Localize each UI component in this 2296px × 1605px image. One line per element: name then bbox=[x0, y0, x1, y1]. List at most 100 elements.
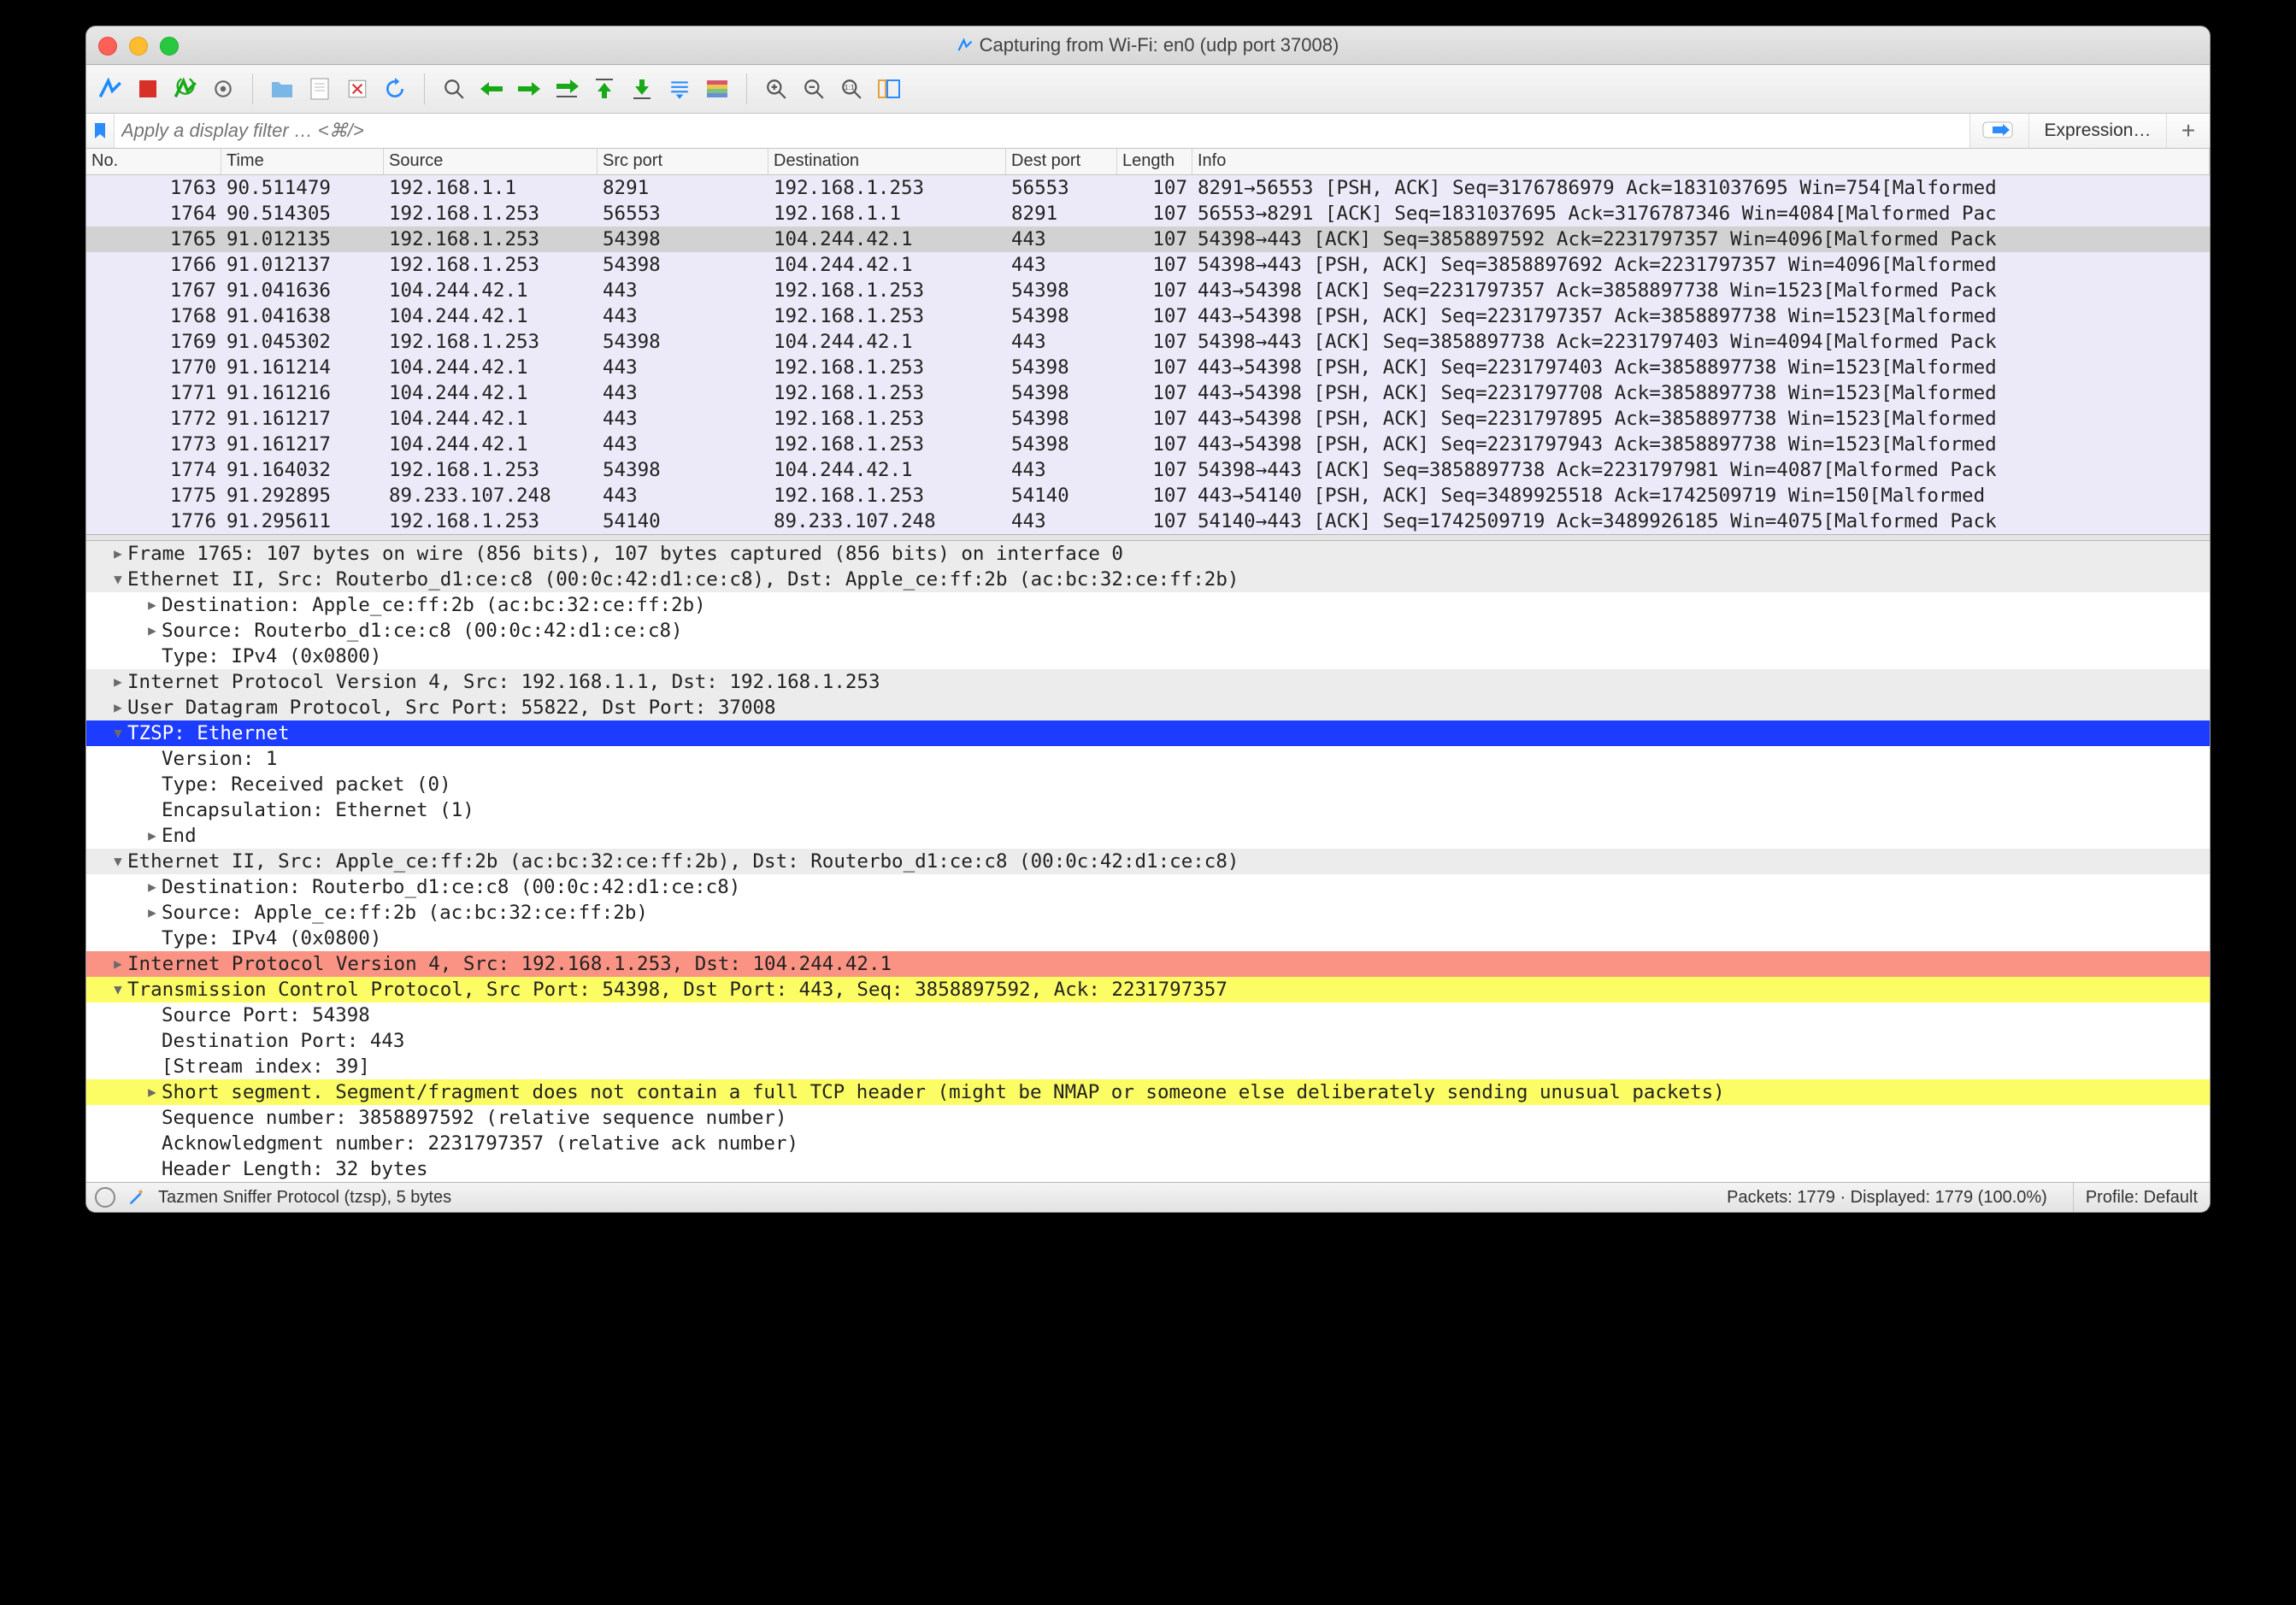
tree-row[interactable]: Destination Port: 443 bbox=[86, 1028, 2210, 1054]
tree-row[interactable]: Source: Apple_ce:ff:2b (ac:bc:32:ce:ff:2… bbox=[86, 900, 2210, 926]
tree-row[interactable]: User Datagram Protocol, Src Port: 55822,… bbox=[86, 695, 2210, 720]
goto-last-button[interactable] bbox=[625, 72, 659, 106]
tree-row[interactable]: Internet Protocol Version 4, Src: 192.16… bbox=[86, 669, 2210, 695]
tree-row[interactable]: Ethernet II, Src: Apple_ce:ff:2b (ac:bc:… bbox=[86, 849, 2210, 874]
go-forward-button[interactable] bbox=[512, 72, 546, 106]
tree-row[interactable]: Type: IPv4 (0x0800) bbox=[86, 926, 2210, 951]
packet-row[interactable]: 177391.161217104.244.42.1443192.168.1.25… bbox=[86, 432, 2210, 457]
packet-row[interactable]: 177691.295611192.168.1.2535414089.233.10… bbox=[86, 509, 2210, 534]
packet-row[interactable]: 177091.161214104.244.42.1443192.168.1.25… bbox=[86, 355, 2210, 380]
add-filter-button[interactable]: + bbox=[2166, 114, 2210, 148]
disclosure-triangle-icon[interactable] bbox=[109, 977, 127, 1002]
tree-row[interactable]: End bbox=[86, 823, 2210, 849]
disclosure-triangle-icon[interactable] bbox=[109, 567, 127, 592]
display-filter-input[interactable] bbox=[115, 114, 1969, 148]
col-header-source[interactable]: Source bbox=[384, 149, 598, 174]
disclosure-triangle-icon[interactable] bbox=[109, 849, 127, 874]
tree-row[interactable]: Source: Routerbo_d1:ce:c8 (00:0c:42:d1:c… bbox=[86, 618, 2210, 644]
tree-row[interactable]: Destination: Routerbo_d1:ce:c8 (00:0c:42… bbox=[86, 874, 2210, 900]
disclosure-triangle-icon[interactable] bbox=[109, 695, 127, 720]
disclosure-triangle-icon[interactable] bbox=[109, 951, 127, 977]
disclosure-triangle-icon[interactable] bbox=[143, 618, 162, 644]
tree-row[interactable]: TZSP: Ethernet bbox=[86, 720, 2210, 746]
tree-row[interactable]: [Stream index: 39] bbox=[86, 1054, 2210, 1079]
packet-row[interactable]: 176691.012137192.168.1.25354398104.244.4… bbox=[86, 252, 2210, 278]
disclosure-triangle-icon[interactable] bbox=[109, 669, 127, 695]
colorize-button[interactable] bbox=[700, 72, 734, 106]
packet-list[interactable]: 176390.511479192.168.1.18291192.168.1.25… bbox=[86, 175, 2210, 534]
stop-capture-button[interactable] bbox=[131, 72, 165, 106]
tree-row[interactable]: Source Port: 54398 bbox=[86, 1002, 2210, 1028]
col-header-length[interactable]: Length bbox=[1117, 149, 1192, 174]
disclosure-triangle-icon[interactable] bbox=[143, 592, 162, 618]
auto-scroll-button[interactable] bbox=[662, 72, 697, 106]
reload-button[interactable] bbox=[378, 72, 412, 106]
tree-row[interactable]: Frame 1765: 107 bytes on wire (856 bits)… bbox=[86, 541, 2210, 567]
resize-columns-button[interactable] bbox=[872, 72, 906, 106]
packet-row[interactable]: 177591.29289589.233.107.248443192.168.1.… bbox=[86, 483, 2210, 509]
tree-row[interactable]: Type: IPv4 (0x0800) bbox=[86, 644, 2210, 669]
col-header-src-port[interactable]: Src port bbox=[598, 149, 768, 174]
packet-row[interactable]: 176390.511479192.168.1.18291192.168.1.25… bbox=[86, 175, 2210, 201]
tree-row[interactable]: Internet Protocol Version 4, Src: 192.16… bbox=[86, 951, 2210, 977]
zoom-reset-button[interactable]: 1:1 bbox=[834, 72, 868, 106]
apply-filter-button[interactable] bbox=[1969, 114, 2028, 148]
disclosure-triangle-icon[interactable] bbox=[143, 874, 162, 900]
expert-info-button[interactable] bbox=[95, 1187, 115, 1208]
bookmark-icon[interactable] bbox=[86, 114, 115, 148]
close-window-button[interactable] bbox=[98, 37, 117, 56]
edit-pencil-icon[interactable] bbox=[127, 1188, 146, 1207]
disclosure-triangle-icon[interactable] bbox=[109, 541, 127, 567]
tree-row[interactable]: Encapsulation: Ethernet (1) bbox=[86, 797, 2210, 823]
tree-row[interactable]: Acknowledgment number: 2231797357 (relat… bbox=[86, 1131, 2210, 1156]
zoom-in-button[interactable] bbox=[759, 72, 793, 106]
packet-row[interactable]: 176991.045302192.168.1.25354398104.244.4… bbox=[86, 329, 2210, 355]
tree-label: Sequence number: 3858897592 (relative se… bbox=[162, 1105, 787, 1131]
close-file-button[interactable] bbox=[340, 72, 374, 106]
tree-row[interactable]: Header Length: 32 bytes bbox=[86, 1156, 2210, 1182]
tree-row[interactable]: Version: 1 bbox=[86, 746, 2210, 772]
maximize-window-button[interactable] bbox=[160, 37, 179, 56]
col-header-info[interactable]: Info bbox=[1192, 149, 2210, 174]
tree-label: Type: Received packet (0) bbox=[162, 772, 451, 797]
packet-row[interactable]: 176490.514305192.168.1.25356553192.168.1… bbox=[86, 201, 2210, 226]
packet-row[interactable]: 177491.164032192.168.1.25354398104.244.4… bbox=[86, 457, 2210, 483]
col-header-no[interactable]: No. bbox=[86, 149, 221, 174]
tree-row[interactable]: Type: Received packet (0) bbox=[86, 772, 2210, 797]
tree-label: End bbox=[162, 823, 197, 849]
tree-row[interactable]: Short segment. Segment/fragment does not… bbox=[86, 1079, 2210, 1105]
horizontal-splitter[interactable] bbox=[86, 534, 2210, 541]
tree-label: Header Length: 32 bytes bbox=[162, 1156, 428, 1182]
find-packet-button[interactable] bbox=[437, 72, 471, 106]
disclosure-triangle-icon[interactable] bbox=[143, 823, 162, 849]
expression-builder-button[interactable]: Expression… bbox=[2028, 114, 2166, 148]
packet-row[interactable]: 176891.041638104.244.42.1443192.168.1.25… bbox=[86, 303, 2210, 329]
col-header-time[interactable]: Time bbox=[221, 149, 384, 174]
tree-row[interactable]: Destination: Apple_ce:ff:2b (ac:bc:32:ce… bbox=[86, 592, 2210, 618]
goto-packet-button[interactable] bbox=[550, 72, 584, 106]
go-back-button[interactable] bbox=[474, 72, 509, 106]
packet-row[interactable]: 177191.161216104.244.42.1443192.168.1.25… bbox=[86, 380, 2210, 406]
save-file-button[interactable] bbox=[303, 72, 337, 106]
packet-details-tree[interactable]: Frame 1765: 107 bytes on wire (856 bits)… bbox=[86, 541, 2210, 1182]
open-file-button[interactable] bbox=[265, 72, 299, 106]
disclosure-triangle-icon[interactable] bbox=[143, 900, 162, 926]
packet-row[interactable]: 177291.161217104.244.42.1443192.168.1.25… bbox=[86, 406, 2210, 432]
minimize-window-button[interactable] bbox=[129, 37, 148, 56]
tree-row[interactable]: Sequence number: 3858897592 (relative se… bbox=[86, 1105, 2210, 1131]
tree-label: Type: IPv4 (0x0800) bbox=[162, 644, 381, 669]
tree-row[interactable]: Transmission Control Protocol, Src Port:… bbox=[86, 977, 2210, 1002]
start-capture-button[interactable] bbox=[93, 72, 127, 106]
packet-row[interactable]: 176591.012135192.168.1.25354398104.244.4… bbox=[86, 226, 2210, 252]
goto-first-button[interactable] bbox=[587, 72, 621, 106]
disclosure-triangle-icon[interactable] bbox=[109, 720, 127, 746]
col-header-destination[interactable]: Destination bbox=[768, 149, 1006, 174]
col-header-dest-port[interactable]: Dest port bbox=[1006, 149, 1117, 174]
packet-row[interactable]: 176791.041636104.244.42.1443192.168.1.25… bbox=[86, 278, 2210, 303]
profile-button[interactable]: Profile: Default bbox=[2073, 1183, 2210, 1212]
restart-capture-button[interactable] bbox=[168, 72, 203, 106]
tree-row[interactable]: Ethernet II, Src: Routerbo_d1:ce:c8 (00:… bbox=[86, 567, 2210, 592]
capture-options-button[interactable] bbox=[206, 72, 240, 106]
zoom-out-button[interactable] bbox=[797, 72, 831, 106]
disclosure-triangle-icon[interactable] bbox=[143, 1079, 162, 1105]
